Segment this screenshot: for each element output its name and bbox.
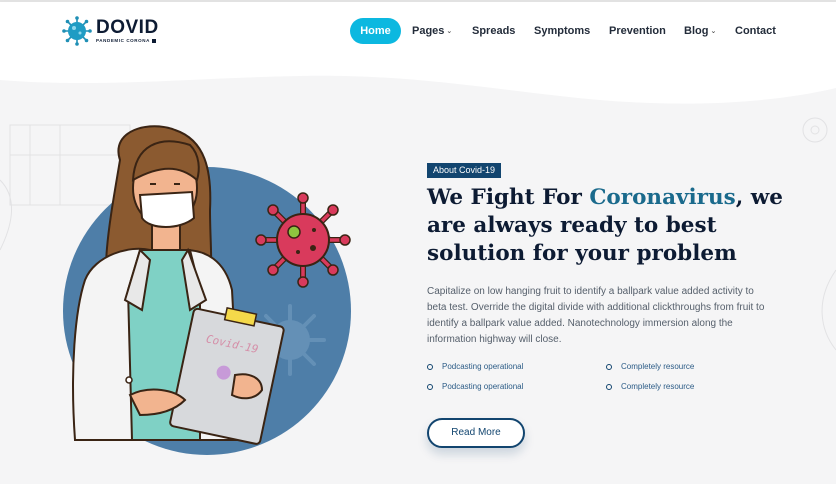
ring-bullet-icon (427, 383, 433, 390)
nav-contact[interactable]: Contact (735, 18, 776, 44)
chevron-down-icon: ⌄ (446, 28, 453, 35)
feature-item: Completely resource (606, 382, 694, 391)
ring-bullet-icon (606, 383, 612, 390)
header-wave (0, 58, 836, 104)
feature-item: Podcasting operational (427, 382, 523, 391)
hero-description: Capitalize on low hanging fruit to ident… (427, 286, 765, 345)
coronavirus-icon (255, 192, 351, 288)
nav-home[interactable]: Home (350, 18, 401, 44)
main-nav: Home Pages ⌄ Spreads Symptoms Prevention … (0, 18, 836, 44)
feature-item: Podcasting operational (427, 362, 523, 371)
title-highlight: Coronavirus (589, 185, 736, 210)
nav-prevention[interactable]: Prevention (609, 18, 666, 44)
nav-spreads[interactable]: Spreads (472, 18, 515, 44)
site-header: DOVID PANDEMIC CORONA Home Pages ⌄ Spread… (0, 2, 836, 60)
doctor-illustration: Covid-19 (63, 125, 351, 455)
nav-pages[interactable]: Pages ⌄ (412, 18, 452, 44)
read-more-button[interactable]: Read More (427, 418, 525, 448)
nav-symptoms[interactable]: Symptoms (534, 18, 590, 44)
section-tag: About Covid-19 (427, 163, 502, 178)
feature-item: Completely resource (606, 362, 694, 371)
ring-bullet-icon (427, 363, 433, 370)
chevron-down-icon: ⌄ (710, 28, 717, 35)
ring-bullet-icon (606, 363, 612, 370)
hero-title: We Fight For Coronavirus, we are always … (427, 185, 783, 266)
nav-blog[interactable]: Blog ⌄ (684, 18, 716, 44)
